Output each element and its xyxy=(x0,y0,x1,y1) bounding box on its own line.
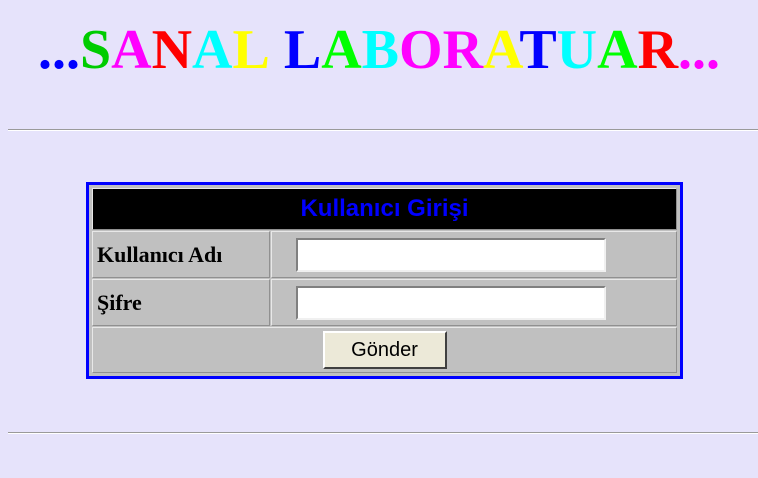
password-label: Şifre xyxy=(92,279,270,326)
title-letter: A xyxy=(597,19,638,81)
login-table: Kullanıcı Girişi Kullanıcı Adı Şifre Gön… xyxy=(91,187,678,374)
title-letter xyxy=(270,19,284,81)
page-title: ...SANAL LABORATUAR... xyxy=(0,18,758,82)
title-letter: O xyxy=(399,19,443,81)
login-form: Kullanıcı Girişi Kullanıcı Adı Şifre Gön… xyxy=(86,182,683,379)
title-letter: L xyxy=(232,19,270,81)
title-letter: U xyxy=(556,19,598,81)
divider-top xyxy=(8,129,758,131)
username-cell xyxy=(271,231,677,278)
title-letter: R xyxy=(442,19,484,81)
submit-cell: Gönder xyxy=(92,327,677,373)
title-letter: N xyxy=(151,19,193,81)
title-letter: A xyxy=(192,19,233,81)
password-cell xyxy=(271,279,677,326)
submit-button[interactable]: Gönder xyxy=(322,331,447,369)
title-letter: A xyxy=(483,19,520,81)
title-letter: S xyxy=(79,19,112,81)
username-label: Kullanıcı Adı xyxy=(92,231,270,278)
password-input[interactable] xyxy=(296,285,606,320)
title-letter: B xyxy=(361,19,399,81)
title-letter: T xyxy=(519,19,557,81)
title-letter: R xyxy=(637,19,679,81)
title-letter: ... xyxy=(678,19,721,81)
divider-bottom xyxy=(8,432,758,434)
title-letter: L xyxy=(283,19,322,81)
title-letter: A xyxy=(321,19,362,81)
username-input[interactable] xyxy=(296,237,606,272)
title-letter: ... xyxy=(37,19,80,81)
title-letter: A xyxy=(111,19,152,81)
login-header: Kullanıcı Girişi xyxy=(92,188,677,230)
